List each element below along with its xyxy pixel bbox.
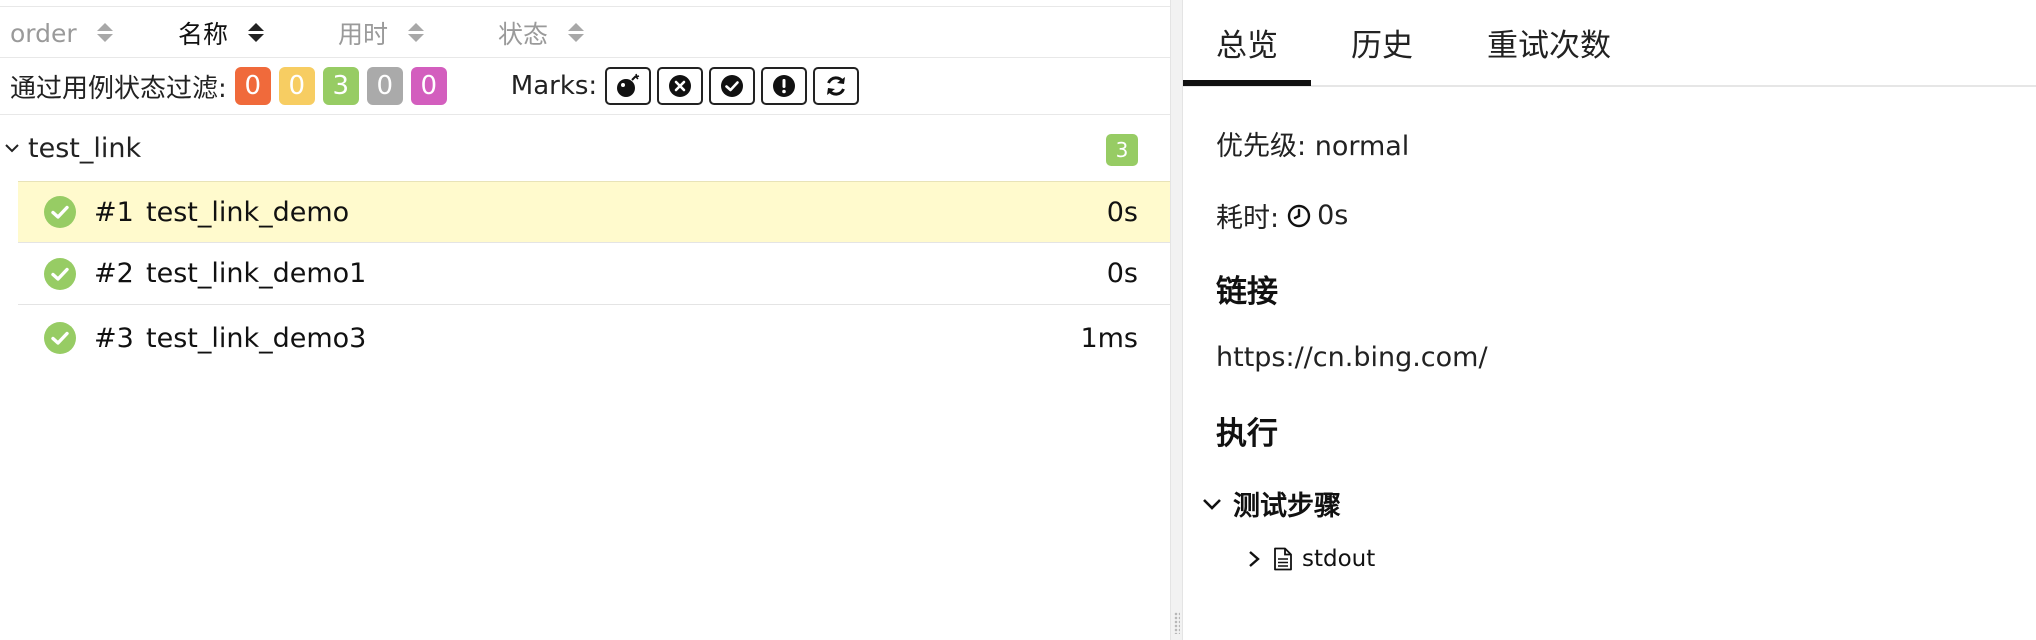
test-case-name: test_link_demo1 <box>146 258 367 289</box>
duration-value: 0s <box>1317 200 1349 231</box>
chevron-down-icon <box>5 144 19 153</box>
links-heading: 链接 <box>1216 274 1278 310</box>
sort-by-name[interactable]: 名称 <box>178 7 265 59</box>
sort-arrows-icon <box>408 22 425 44</box>
sort-by-status[interactable]: 状态 <box>498 7 585 59</box>
test-case-duration: 1ms <box>1080 322 1138 354</box>
tab-retries[interactable]: 重试次数 <box>1487 20 1611 65</box>
test-case-name: test_link_demo3 <box>146 322 367 354</box>
severity-value: normal <box>1314 131 1410 162</box>
pane-splitter[interactable] <box>1170 0 1183 640</box>
attachment-name: stdout <box>1302 546 1376 572</box>
test-case-duration: 0s <box>1106 258 1138 289</box>
test-steps-label: 测试步骤 <box>1233 491 1341 522</box>
mark-new-broken-button[interactable] <box>761 67 808 105</box>
duration-label: 耗时: <box>1216 203 1280 234</box>
marks-label: Marks: <box>510 71 598 101</box>
test-case-duration: 0s <box>1106 196 1138 228</box>
active-tab-indicator <box>1183 80 1311 86</box>
mark-retries-button[interactable] <box>813 67 860 105</box>
filter-broken-badge[interactable]: 0 <box>278 67 315 105</box>
sort-header: order 名称 用时 状态 <box>0 6 1170 58</box>
test-case-order: #1 <box>94 196 134 228</box>
tab-overview[interactable]: 总览 <box>1216 20 1278 65</box>
sort-label-name: 名称 <box>178 20 229 49</box>
sort-by-duration[interactable]: 用时 <box>338 7 425 59</box>
tab-history[interactable]: 历史 <box>1351 20 1413 65</box>
test-case-row[interactable]: #1 test_link_demo 0s <box>18 181 1170 243</box>
test-case-order: #2 <box>94 258 134 289</box>
test-details-pane: 总览 历史 重试次数 优先级: normal 耗时: 0s 链接 https:/… <box>1183 0 2036 640</box>
status-filter-bar: 通过用例状态过滤: 0 0 3 0 0 Marks: <box>0 58 1170 115</box>
passed-status-icon <box>44 322 76 354</box>
clock-icon <box>1287 204 1311 227</box>
refresh-icon <box>827 76 846 96</box>
chevron-right-icon <box>1249 551 1260 567</box>
sort-by-order[interactable]: order <box>10 7 113 59</box>
external-link[interactable]: https://cn.bing.com/ <box>1216 342 1488 373</box>
status-filter-label: 通过用例状态过滤: <box>10 73 227 104</box>
sort-label-order: order <box>10 18 77 48</box>
execution-heading: 执行 <box>1216 416 1278 452</box>
severity-field: 优先级: normal <box>1216 124 1409 163</box>
details-tabs: 总览 历史 重试次数 <box>1183 0 2036 87</box>
severity-label: 优先级: <box>1216 131 1307 162</box>
filter-skipped-badge[interactable]: 0 <box>366 67 403 105</box>
suite-group-count-badge: 3 <box>1106 134 1138 166</box>
sort-arrows-icon <box>96 22 113 44</box>
test-tree-pane: order 名称 用时 状态 通过用例状态过滤: 0 0 3 0 0 Marks… <box>0 0 1170 640</box>
mark-new-failed-button[interactable] <box>657 67 704 105</box>
exclamation-circle-icon <box>773 75 796 97</box>
check-circle-icon <box>721 75 744 97</box>
mark-flaky-button[interactable] <box>605 67 652 105</box>
suite-group-name: test_link <box>28 132 142 164</box>
sort-label-status: 状态 <box>498 20 549 49</box>
mark-new-passed-button[interactable] <box>709 67 756 105</box>
attachment-stdout[interactable]: stdout <box>1246 546 1375 572</box>
chevron-down-icon <box>1203 498 1221 510</box>
drag-handle-icon[interactable] <box>1174 612 1180 634</box>
filter-failed-badge[interactable]: 0 <box>234 67 271 105</box>
test-steps-toggle[interactable]: 测试步骤 <box>1201 484 1341 523</box>
close-circle-icon <box>669 75 692 97</box>
sort-arrows-icon <box>568 22 585 44</box>
duration-field: 耗时: 0s <box>1216 196 1348 235</box>
passed-status-icon <box>44 196 76 228</box>
test-case-row[interactable]: #3 test_link_demo3 1ms <box>18 307 1170 369</box>
passed-status-icon <box>44 257 76 290</box>
file-text-icon <box>1274 547 1292 571</box>
test-case-row[interactable]: #2 test_link_demo1 0s <box>18 243 1170 305</box>
test-case-order: #3 <box>94 322 134 354</box>
bomb-icon <box>617 73 640 97</box>
suite-group-header[interactable]: test_link 3 <box>0 115 1170 181</box>
test-case-name: test_link_demo <box>146 196 350 228</box>
filter-unknown-badge[interactable]: 0 <box>410 67 447 105</box>
sort-arrows-icon <box>248 22 265 44</box>
filter-passed-badge[interactable]: 3 <box>322 67 359 105</box>
sort-label-duration: 用时 <box>338 20 389 49</box>
